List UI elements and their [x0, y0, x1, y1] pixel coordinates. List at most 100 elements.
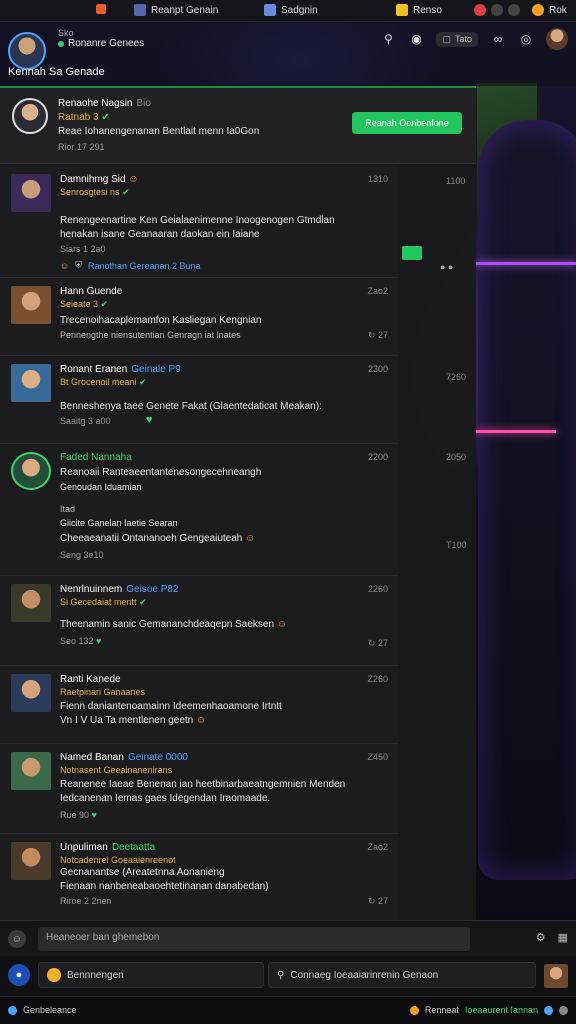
author-badge: Deetaatta [111, 842, 156, 853]
link-icon[interactable]: ∞ [490, 32, 506, 46]
smile-icon: ☺ [128, 174, 139, 185]
reaction-count[interactable]: ↻ 27 [368, 330, 388, 341]
pinned-post[interactable]: Renaohe Nagsin Bio Ratnab 3 ✔ Reae Iohane… [0, 88, 476, 164]
app-icon [96, 4, 106, 14]
message-item[interactable]: Ranti Kanede Raetpinari Ganaanes Z260 Fi… [0, 666, 398, 744]
heart-icon[interactable]: ♥ [96, 636, 101, 646]
channel-sub-label: Sko [58, 28, 74, 38]
more-icon[interactable] [559, 1005, 568, 1015]
side-time: 2050 [446, 452, 467, 462]
message-line: Benneshenya taee Genete Fakat (Glaenteda… [60, 401, 322, 412]
status-left: Genbeleance [8, 1005, 77, 1015]
check-icon: ✔ [101, 112, 110, 123]
pinned-handle: Bio [136, 98, 151, 109]
channel-status: Ronanre Genees [58, 38, 144, 49]
author-name: Faded Nannaha [60, 452, 132, 463]
pinned-avatar[interactable] [12, 98, 48, 134]
channel-avatar[interactable] [8, 32, 46, 70]
user-avatar[interactable] [544, 964, 568, 988]
author-avatar[interactable] [11, 674, 51, 712]
neon-strip [476, 430, 556, 433]
side-green-marker [402, 246, 422, 260]
info-icon[interactable] [544, 1005, 553, 1015]
message-line: Gecnanantse (Areatetnna Aonanieng [60, 867, 225, 878]
reaction-count[interactable]: ↻ 27 [368, 896, 388, 907]
message-time: Z450 [367, 752, 388, 762]
pinned-action-button[interactable]: Reanah Oonbenfone [352, 112, 462, 134]
status-link[interactable]: Ioeaaurent Iannan [465, 1005, 538, 1015]
heart-icon[interactable]: ♥ [146, 414, 153, 426]
message-input[interactable]: Heaneoer ban ghemebon [38, 927, 470, 951]
author-sub-text: Seieate 3 [60, 299, 99, 309]
message-time: Zao2 [367, 286, 388, 296]
emoji-search-label: Bennnengen [67, 969, 124, 981]
message-line-text: Vn I V Ua Ta mentlenen geetn [60, 715, 194, 726]
author-badge: Geinale P9 [131, 364, 181, 375]
tag-chip[interactable]: ▢ Tato [436, 31, 478, 47]
message-tags[interactable]: ☺ ⛨ Ranothan Gereanan 2 Buna [60, 260, 201, 271]
bottom-bar: ● Bennnengen ⚲ Connaeg Ioeaaiarinrenin G… [0, 956, 576, 996]
online-dot-icon [58, 40, 64, 47]
message-item[interactable]: Faded Nannaha 2200 Reanoaii Ranteaeentan… [0, 444, 398, 576]
record-icon[interactable] [474, 4, 486, 16]
emoji-icon[interactable]: ☺ [8, 930, 26, 948]
tab-icon [134, 4, 146, 16]
bell-icon[interactable]: ◎ [518, 32, 534, 46]
profile-icon[interactable]: ● [8, 964, 30, 986]
settings-icon[interactable]: ⚙ [536, 931, 546, 944]
message-item[interactable]: Unpuliman Deetaatta Notcadenrei Goeaaienr… [0, 834, 398, 920]
connection-icon [8, 1005, 17, 1015]
author-avatar[interactable] [11, 286, 51, 324]
search-icon[interactable]: ⚲ [380, 32, 396, 46]
check-icon: ✔ [139, 597, 147, 607]
message-meta-text: Seo 132 [60, 636, 94, 646]
message-item[interactable]: Hann Guende Seieate 3 ✔ Zao2 Trecenoihac… [0, 278, 398, 356]
search-box[interactable]: ⚲ Connaeg Ioeaaiarinrenin Genaon [268, 962, 536, 988]
message-item[interactable]: Damnihmg Sid ☺ Senrosgtesi ns ✔ 1310 Ren… [0, 166, 398, 278]
reaction-count[interactable]: ↻ 27 [368, 638, 388, 649]
author-sub: Raetpinari Ganaanes [60, 687, 145, 697]
smile-icon: ☺ [196, 715, 207, 726]
heart-icon[interactable]: ♥ [92, 810, 97, 820]
emoji-search-box[interactable]: Bennnengen [38, 962, 264, 988]
author-name: Named Banan Geinate 0000 [60, 752, 188, 763]
message-line: Reanoaii Ranteaeentantenesongecehneangh [60, 467, 262, 478]
side-time: T100 [446, 540, 467, 550]
author-avatar[interactable] [11, 452, 51, 490]
circle-icon[interactable] [491, 4, 503, 16]
author-sub: Senrosgtesi ns ✔ [60, 187, 130, 198]
tab-1[interactable]: Reanpt Genain [134, 4, 218, 16]
tab-2[interactable]: Sadgnin [264, 4, 318, 16]
tab-label: Sadgnin [281, 4, 318, 16]
message-meta: Riroe 2 2nen [60, 896, 112, 906]
message-line: Iedcanenan Iemas gaes Idegendan Iraomaad… [60, 793, 271, 804]
author-avatar[interactable] [11, 842, 51, 880]
message-meta: Saaitg 3 a00 [60, 416, 111, 426]
search-label: Connaeg Ioeaaiarinrenin Genaon [290, 969, 439, 981]
author-avatar[interactable] [11, 584, 51, 622]
side-react-icons[interactable]: ● ● [440, 262, 453, 272]
message-line: Itad [60, 504, 76, 514]
user-avatar[interactable] [546, 28, 568, 50]
settings-icon[interactable]: ◉ [408, 32, 424, 46]
channel-status-text: Ronanre Genees [68, 38, 145, 49]
author-avatar[interactable] [11, 174, 51, 212]
tab-3[interactable]: Renso [396, 4, 442, 16]
message-item[interactable]: Ronant Eranen Geinale P9 Bt Grocenoil mea… [0, 356, 398, 444]
author-avatar[interactable] [11, 752, 51, 790]
message-line: Cheeaeanatii Ontananoeh Gengeaiuteah ☺ [60, 532, 380, 546]
message-time: 2300 [367, 364, 388, 374]
shield-icon: ⛨ [75, 260, 82, 270]
reaction-count-text: 27 [377, 638, 388, 648]
attach-icon[interactable]: ▦ [558, 931, 568, 944]
author-name-text: Faded Nannaha [60, 452, 132, 463]
author-name-text: Ranti Kanede [60, 674, 121, 685]
author-name-text: Unpuliman [60, 842, 108, 853]
tab-4[interactable]: Rok [532, 4, 567, 16]
author-avatar[interactable] [11, 364, 51, 402]
app-tab-icon[interactable] [96, 4, 106, 14]
message-item[interactable]: Named Banan Geinate 0000 Notnasent Geeain… [0, 744, 398, 834]
reply-icon: ↻ [367, 330, 376, 340]
message-item[interactable]: Nenrlnuinnem Geisoe P82 Si Gecedaiat ment… [0, 576, 398, 666]
circle-icon[interactable] [508, 4, 520, 16]
